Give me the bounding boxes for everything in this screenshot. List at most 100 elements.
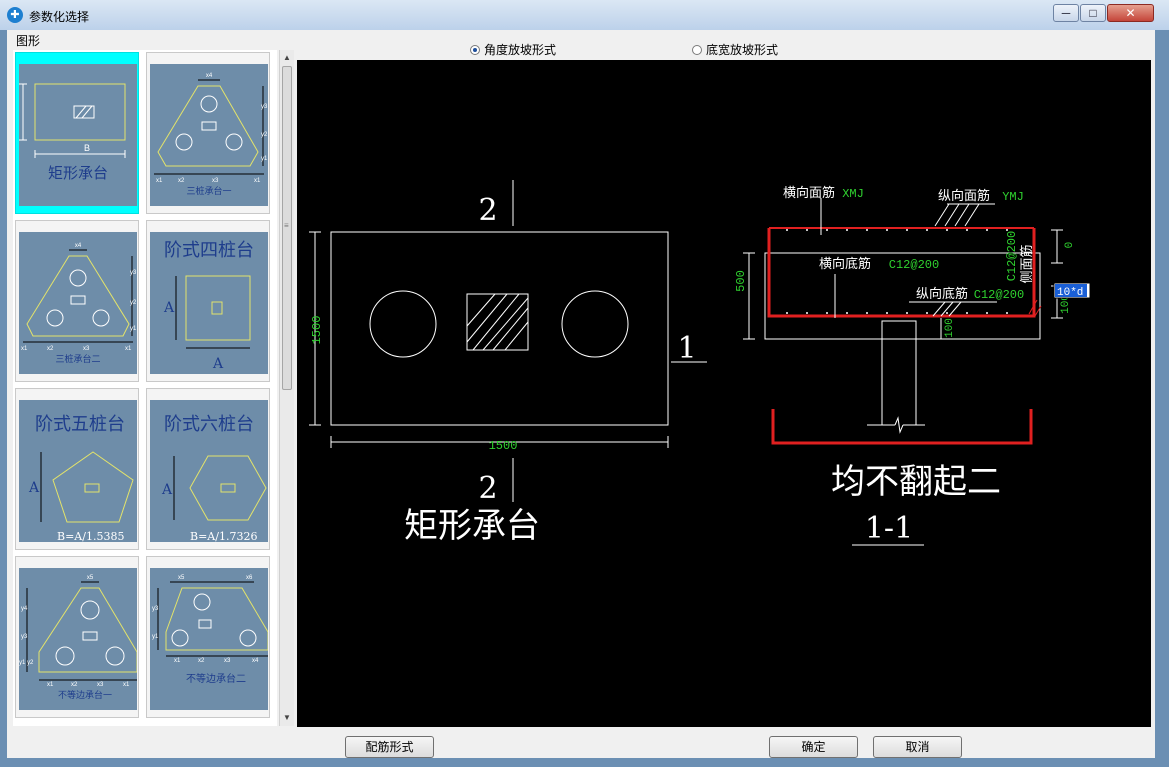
- rect-cap-label: 矩形承台: [48, 164, 108, 182]
- unequal-cap-1-label: 不等边承台一: [58, 689, 112, 701]
- radio-angle-slope-label: 角度放坡形式: [484, 43, 557, 57]
- plan-dim-width: 1500: [489, 439, 518, 453]
- code-bottom-longitudinal: C12@200: [974, 288, 1024, 302]
- drawing-canvas[interactable]: 2 2 1 1500 1500 矩形承台 横向面筋 XMJ 纵向面筋 YMJ 横…: [297, 60, 1151, 727]
- plan-dim-height: 1500: [310, 316, 324, 345]
- shape-list[interactable]: B 矩形承台 x4 y3 y2 y1 x1 x2 x3 x1 三桩承台一 x4 …: [13, 50, 277, 726]
- section-dim-height: 500: [734, 270, 748, 292]
- rebar-dots-top: [786, 229, 1008, 231]
- column-hatch: [466, 293, 529, 351]
- cap-outline: [330, 231, 669, 426]
- three-pile-2-side-dim-2: y2: [130, 300, 137, 306]
- rebar-dots-bottom: [786, 312, 1008, 314]
- radio-unchecked-icon[interactable]: [692, 45, 702, 55]
- shape-thumb-step-five-pile[interactable]: 阶式五桩台 A B=A/1.5385: [15, 388, 139, 550]
- shape-thumb-step-four-pile[interactable]: 阶式四桩台 A A: [146, 220, 270, 382]
- three-pile-1-bottom-dim-2: x2: [178, 178, 185, 184]
- three-pile-2-bottom-dim-4: x1: [125, 346, 132, 352]
- three-pile-1-bottom-dim-3: x3: [212, 178, 219, 184]
- shape-thumb-step-six-pile[interactable]: 阶式六桩台 A B=A/1.7326: [146, 388, 270, 550]
- radio-checked-icon[interactable]: [470, 45, 480, 55]
- label-top-transverse: 横向面筋: [783, 185, 835, 201]
- three-pile-1-side-dim-3: y1: [261, 156, 268, 162]
- step-six-pile-dim-a: A: [161, 482, 173, 498]
- shape-list-scrollbar[interactable]: ▲ ≡ ▼: [279, 50, 294, 726]
- label-bottom-transverse: 横向底筋: [819, 256, 871, 272]
- unequal-cap-2-bottom-dim-4: x4: [252, 658, 259, 664]
- three-pile-2-label: 三桩承台二: [55, 353, 100, 365]
- step-four-pile-dim-b: A: [212, 356, 224, 372]
- unequal-cap-1-top-dim: x5: [87, 575, 94, 581]
- unequal-cap-1-side-dim-3: y1 y2: [19, 660, 34, 666]
- unequal-cap-1-bottom-dim-2: x2: [71, 682, 78, 688]
- shape-panel: 图形 B 矩形承台 x4 y3 y2 y1 x1 x2 x3 x1 三桩承台一 …: [7, 30, 297, 727]
- section-title: 均不翻起二: [831, 462, 1001, 502]
- shape-thumb-three-pile-1[interactable]: x4 y3 y2 y1 x1 x2 x3 x1 三桩承台一: [146, 52, 270, 214]
- three-pile-1-side-dim-1: y3: [261, 104, 268, 110]
- code-side: C12@200: [1005, 231, 1019, 281]
- shape-thumb-unequal-cap-1[interactable]: x5 y4 y3 y1 y2 x1 x2 x3 x1 不等边承台一: [15, 556, 139, 718]
- rebar-form-button[interactable]: 配筋形式: [345, 736, 434, 758]
- scrollbar-thumb[interactable]: ≡: [282, 66, 292, 390]
- step-six-pile-preview: 阶式六桩台 A B=A/1.7326: [161, 414, 267, 542]
- scroll-down-arrow-icon[interactable]: ▼: [282, 712, 292, 724]
- unequal-cap-2-side-dim-2: y1: [152, 634, 159, 640]
- step-four-pile-preview: 阶式四桩台 A A: [163, 240, 254, 372]
- unequal-cap-1-preview: x5 y4 y3 y1 y2 x1 x2 x3 x1 不等边承台一: [19, 575, 137, 701]
- shape-thumb-three-pile-2[interactable]: x4 y3 y2 y1 x1 x2 x3 x1 三桩承台二: [15, 220, 139, 382]
- section-mark-top: 2: [478, 193, 497, 228]
- code-top-transverse: XMJ: [842, 187, 864, 201]
- pile-circle-right: [561, 290, 629, 358]
- pile-section: [881, 320, 917, 425]
- code-bottom-transverse: C12@200: [889, 258, 939, 272]
- unequal-cap-1-bottom-dim-3: x3: [97, 682, 104, 688]
- unequal-cap-1-bottom-dim-1: x1: [47, 682, 54, 688]
- unequal-cap-2-bottom-dim-3: x3: [224, 658, 231, 664]
- pile-circle-left: [369, 290, 437, 358]
- three-pile-2-side-dim-3: y1: [130, 326, 137, 332]
- label-top-longitudinal: 纵向面筋: [938, 188, 990, 204]
- shape-thumb-unequal-cap-2[interactable]: x5 x6 y3 y1 x1 x2 x3 x4 不等边承台二: [146, 556, 270, 718]
- shape-group-label: 图形: [16, 34, 41, 48]
- section-dim-top-cover: 0: [1064, 242, 1076, 249]
- label-side: 侧面筋: [1019, 244, 1035, 283]
- step-six-pile-label: 阶式六桩台: [164, 414, 254, 435]
- section-name: 1-1: [865, 511, 913, 546]
- close-button[interactable]: ✕: [1107, 4, 1154, 22]
- three-pile-1-bottom-dim-1: x1: [156, 178, 163, 184]
- unequal-cap-2-top-dim-1: x5: [178, 575, 185, 581]
- ok-button[interactable]: 确定: [769, 736, 858, 758]
- drawing-svg: 2 2 1 1500 1500 矩形承台 横向面筋 XMJ 纵向面筋 YMJ 横…: [309, 180, 1091, 546]
- edit-value-text[interactable]: 10*d: [1057, 287, 1083, 299]
- shape-thumb-rect-cap[interactable]: B 矩形承台: [15, 52, 139, 214]
- bottom-rebar: [767, 228, 1036, 318]
- rect-cap-dim-b: B: [84, 143, 90, 153]
- section-mark-bottom: 2: [478, 471, 497, 506]
- three-pile-2-bottom-dim-2: x2: [47, 346, 54, 352]
- unequal-cap-1-side-dim-1: y4: [21, 606, 28, 612]
- cancel-button[interactable]: 取消: [873, 736, 962, 758]
- minimize-button[interactable]: ─: [1053, 4, 1079, 22]
- three-pile-1-top-dim: x4: [206, 73, 213, 79]
- three-pile-2-bottom-dim-1: x1: [21, 346, 28, 352]
- unequal-cap-1-bottom-dim-4: x1: [123, 682, 130, 688]
- three-pile-1-label: 三桩承台一: [186, 185, 231, 197]
- three-pile-2-top-dim: x4: [75, 243, 82, 249]
- step-five-pile-label: 阶式五桩台: [35, 414, 125, 435]
- three-pile-1-side-dim-2: y2: [261, 132, 268, 138]
- grip-icon: ≡: [284, 221, 289, 230]
- unequal-cap-1-side-dim-2: y3: [21, 634, 28, 640]
- three-pile-1-bottom-dim-4: x1: [254, 178, 261, 184]
- pile-rebar: [771, 409, 1033, 445]
- three-pile-1-preview: x4 y3 y2 y1 x1 x2 x3 x1 三桩承台一: [154, 73, 268, 197]
- three-pile-2-bottom-dim-3: x3: [83, 346, 90, 352]
- maximize-button[interactable]: □: [1080, 4, 1106, 22]
- scroll-up-arrow-icon[interactable]: ▲: [282, 52, 292, 64]
- dialog-body: 图形 B 矩形承台 x4 y3 y2 y1 x1 x2 x3 x1 三桩承台一 …: [7, 30, 1155, 758]
- radio-bottom-width-slope-label: 底宽放坡形式: [706, 43, 779, 57]
- unequal-cap-2-preview: x5 x6 y3 y1 x1 x2 x3 x4 不等边承台二: [152, 575, 268, 685]
- radio-bottom-width-slope[interactable]: 底宽放坡形式: [692, 41, 778, 58]
- step-four-pile-dim-a: A: [163, 300, 175, 316]
- title-bar: ✚ 参数化选择 ─ □ ✕: [0, 0, 1169, 30]
- radio-angle-slope[interactable]: 角度放坡形式: [470, 41, 556, 58]
